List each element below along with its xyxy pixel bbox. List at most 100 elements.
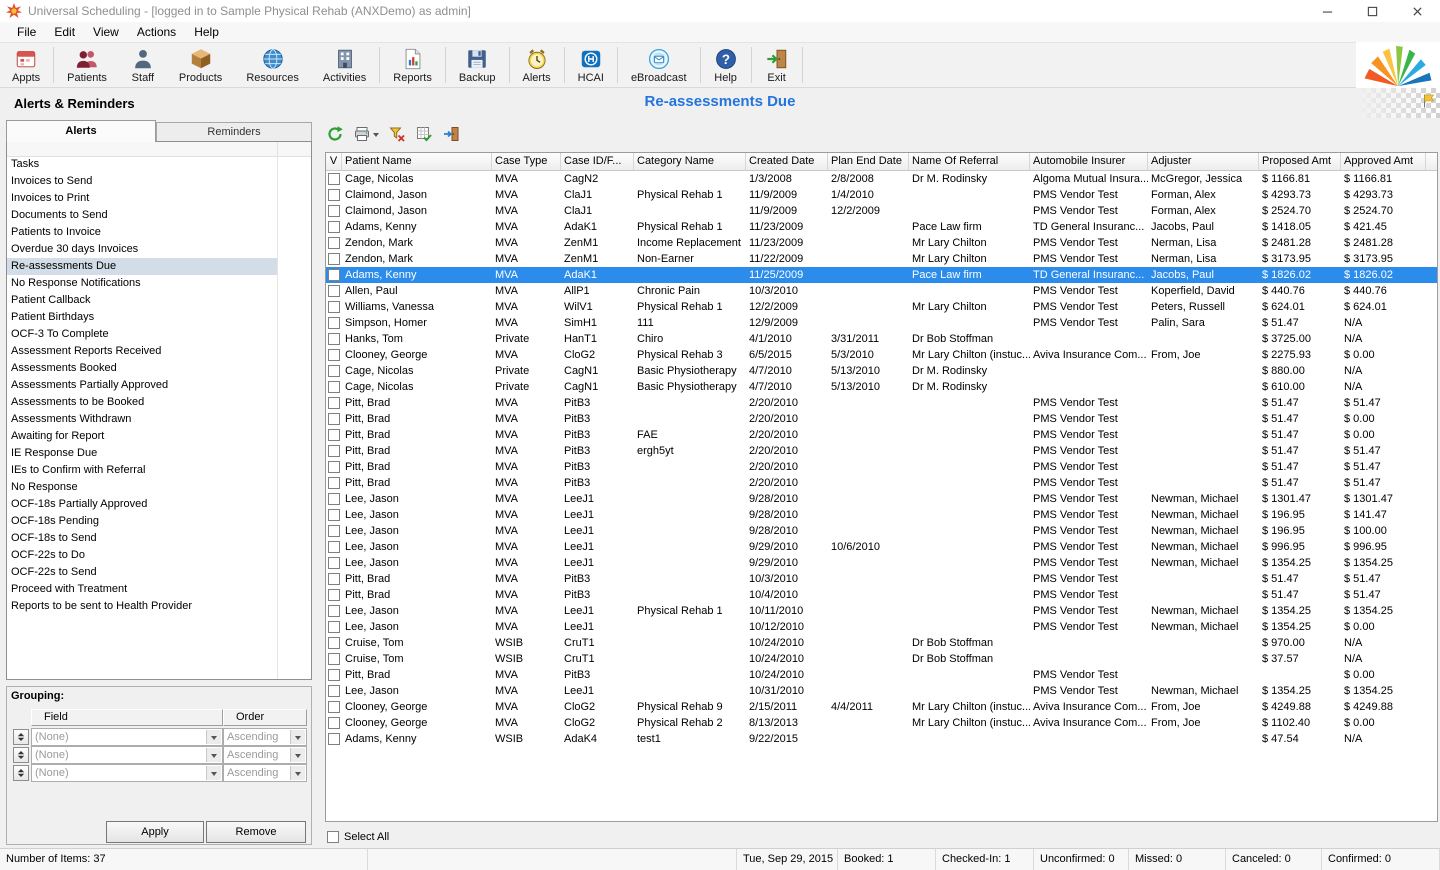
row-checkbox[interactable] [328,493,340,505]
table-row[interactable]: Zendon, Mark MVA ZenM1 Income Replacement 11… [326,235,1437,251]
alerts-button[interactable]: Alerts [511,43,563,87]
close-button[interactable] [1395,0,1440,22]
table-row[interactable]: Cruise, Tom WSIB CruT1 10/24/2010 Dr Bob Sto… [326,635,1437,651]
ebroadcast-button[interactable]: eBroadcast [619,43,699,87]
row-checkbox[interactable] [328,717,340,729]
table-row[interactable]: Pitt, Brad MVA PitB3 10/3/2010 PMS Vendor Te… [326,571,1437,587]
reorder-updown-button[interactable] [13,729,29,745]
staff-button[interactable]: Staff [119,43,167,87]
table-row[interactable]: Cage, Nicolas MVA CagN2 1/3/2008 2/8/2008 Dr … [326,171,1437,187]
sidebar-item-patients-to-invoice[interactable]: Patients to Invoice [7,224,277,241]
table-row[interactable]: Pitt, Brad MVA PitB3 2/20/2010 PMS Vendor Te… [326,395,1437,411]
row-checkbox[interactable] [328,621,340,633]
table-row[interactable]: Pitt, Brad MVA PitB3 FAE 2/20/2010 PMS Vendor… [326,427,1437,443]
row-checkbox[interactable] [328,429,340,441]
row-checkbox[interactable] [328,605,340,617]
reorder-updown-button[interactable] [13,747,29,763]
row-checkbox[interactable] [328,221,340,233]
row-checkbox[interactable] [328,189,340,201]
table-row[interactable]: Clooney, George MVA CloG2 Physical Rehab 2 8… [326,715,1437,731]
row-checkbox[interactable] [328,573,340,585]
sidebar-item-no-response-notifications[interactable]: No Response Notifications [7,275,277,292]
sidebar-item-tasks[interactable]: Tasks [7,156,277,173]
table-row[interactable]: Adams, Kenny WSIB AdaK4 test1 9/22/2015 $ 47.… [326,731,1437,747]
sidebar-item-assessments-withdrawn[interactable]: Assessments Withdrawn [7,411,277,428]
minimize-button[interactable] [1305,0,1350,22]
row-checkbox[interactable] [328,365,340,377]
menu-actions[interactable]: Actions [128,22,185,42]
alert-settings-button[interactable] [388,125,406,143]
sidebar-item-awaiting-for-report[interactable]: Awaiting for Report [7,428,277,445]
menu-view[interactable]: View [84,22,128,42]
sidebar-item-ies-to-confirm-with-referral[interactable]: IEs to Confirm with Referral [7,462,277,479]
row-checkbox[interactable] [328,557,340,569]
menu-file[interactable]: File [8,22,45,42]
table-row[interactable]: Adams, Kenny MVA AdaK1 11/25/2009 Pace Law f… [326,267,1437,283]
maximize-button[interactable] [1350,0,1395,22]
menu-edit[interactable]: Edit [45,22,84,42]
sidebar-item-ocf-18s-partially-approved[interactable]: OCF-18s Partially Approved [7,496,277,513]
grouping-field-select[interactable]: (None) [31,764,223,782]
table-row[interactable]: Lee, Jason MVA LeeJ1 Physical Rehab 1 10/11/… [326,603,1437,619]
table-row[interactable]: Cruise, Tom WSIB CruT1 10/24/2010 Dr Bob Sto… [326,651,1437,667]
table-row[interactable]: Pitt, Brad MVA PitB3 ergh5yt 2/20/2010 PMS Ve… [326,443,1437,459]
table-row[interactable]: Pitt, Brad MVA PitB3 2/20/2010 PMS Vendor Te… [326,475,1437,491]
row-checkbox[interactable] [328,653,340,665]
table-row[interactable]: Zendon, Mark MVA ZenM1 Non-Earner 11/22/2009… [326,251,1437,267]
table-row[interactable]: Clooney, George MVA CloG2 Physical Rehab 9 2… [326,699,1437,715]
sidebar-item-patient-callback[interactable]: Patient Callback [7,292,277,309]
row-checkbox[interactable] [328,685,340,697]
help-button[interactable]: ? Help [702,43,750,87]
row-checkbox[interactable] [328,525,340,537]
appts-button[interactable]: Appts [0,43,52,87]
select-all-checkbox[interactable] [327,831,339,843]
sidebar-item-assessments-partially-approved[interactable]: Assessments Partially Approved [7,377,277,394]
row-checkbox[interactable] [328,253,340,265]
sidebar-item-assessments-booked[interactable]: Assessments Booked [7,360,277,377]
print-button[interactable] [353,125,379,143]
row-checkbox[interactable] [328,317,340,329]
apply-button[interactable]: Apply [106,821,204,843]
products-button[interactable]: Products [167,43,234,87]
table-row[interactable]: Adams, Kenny MVA AdaK1 Physical Rehab 1 11/2… [326,219,1437,235]
row-checkbox[interactable] [328,269,340,281]
grouping-order-select[interactable]: Ascending [223,746,307,764]
hcai-button[interactable]: HCAI [566,43,616,87]
row-checkbox[interactable] [328,701,340,713]
column-header-approved-amt[interactable]: Approved Amt [1341,153,1426,170]
table-row[interactable]: Pitt, Brad MVA PitB3 2/20/2010 PMS Vendor Te… [326,411,1437,427]
backup-button[interactable]: Backup [447,43,508,87]
grouping-order-select[interactable]: Ascending [223,728,307,746]
row-checkbox[interactable] [328,589,340,601]
sidebar-item-reports-to-be-sent-to-health-provider[interactable]: Reports to be sent to Health Provider [7,598,277,615]
table-row[interactable]: Cage, Nicolas Private CagN1 Basic Physiothe… [326,363,1437,379]
sidebar-item-ocf-18s-to-send[interactable]: OCF-18s to Send [7,530,277,547]
row-checkbox[interactable] [328,237,340,249]
sidebar-item-re-assessments-due[interactable]: Re-assessments Due [7,258,277,275]
export-button[interactable] [415,125,433,143]
sidebar-item-ocf-3-to-complete[interactable]: OCF-3 To Complete [7,326,277,343]
column-header-automobile-insurer[interactable]: Automobile Insurer [1030,153,1148,170]
remove-button[interactable]: Remove [206,821,306,843]
sidebar-item-ocf-22s-to-send[interactable]: OCF-22s to Send [7,564,277,581]
resources-button[interactable]: Resources [234,43,311,87]
table-row[interactable]: Pitt, Brad MVA PitB3 10/24/2010 PMS Vendor T… [326,667,1437,683]
row-checkbox[interactable] [328,301,340,313]
row-checkbox[interactable] [328,445,340,457]
tab-reminders[interactable]: Reminders [156,122,312,142]
close-panel-button[interactable] [442,125,460,143]
row-checkbox[interactable] [328,349,340,361]
sidebar-item-patient-birthdays[interactable]: Patient Birthdays [7,309,277,326]
row-checkbox[interactable] [328,333,340,345]
row-checkbox[interactable] [328,637,340,649]
table-row[interactable]: Claimond, Jason MVA ClaJ1 11/9/2009 12/2/200… [326,203,1437,219]
sidebar-item-ocf-18s-pending[interactable]: OCF-18s Pending [7,513,277,530]
sidebar-item-invoices-to-send[interactable]: Invoices to Send [7,173,277,190]
grouping-field-select[interactable]: (None) [31,746,223,764]
grouping-order-select[interactable]: Ascending [223,764,307,782]
table-row[interactable]: Lee, Jason MVA LeeJ1 9/29/2010 PMS Vendor Te… [326,555,1437,571]
table-row[interactable]: Pitt, Brad MVA PitB3 10/4/2010 PMS Vendor Te… [326,587,1437,603]
row-checkbox[interactable] [328,477,340,489]
row-checkbox[interactable] [328,541,340,553]
reorder-updown-button[interactable] [13,765,29,781]
